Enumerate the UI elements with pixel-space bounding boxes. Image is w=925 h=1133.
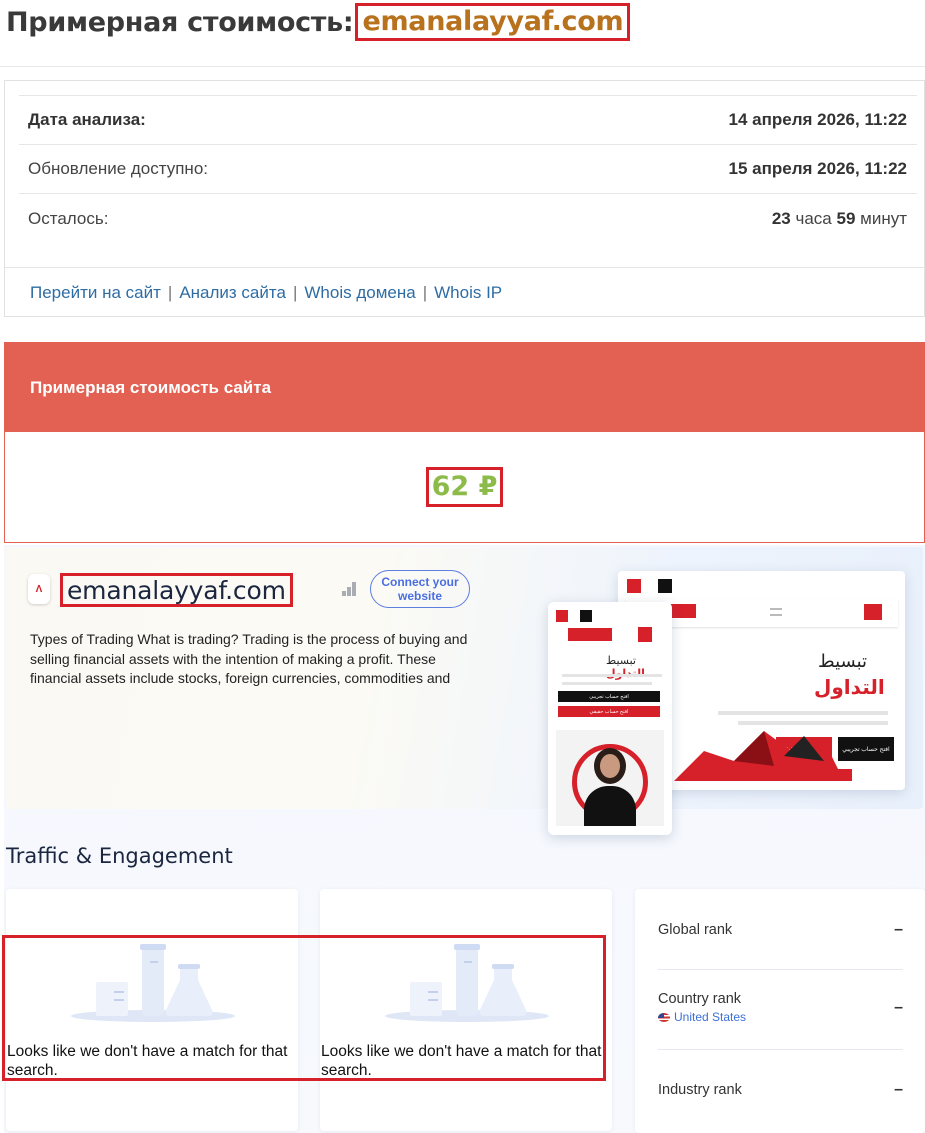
hours-unit: часа: [795, 208, 832, 228]
site-description: Types of Trading What is trading? Tradin…: [30, 631, 468, 686]
page-title-domain: emanalayyaf.com: [355, 3, 631, 41]
preview-bull-graphic: [674, 731, 844, 781]
remaining-minutes: 59: [836, 208, 856, 228]
info-value: 14 апреля 2026, 11:22: [729, 110, 907, 130]
logo-block: [556, 610, 568, 622]
industry-rank-value: –: [894, 1081, 903, 1098]
mobile-real-button: افتح حساب حقيقي: [558, 706, 660, 717]
preview-nav-button: [670, 604, 696, 618]
site-value-body: 62 ₽: [5, 432, 924, 542]
preview-text-line: [562, 674, 662, 677]
mobile-demo-button: افتح حساب تجريبي: [558, 691, 660, 702]
site-value-amount: 62 ₽: [425, 467, 504, 507]
country-rank-text: Country rank United States: [658, 991, 746, 1024]
info-value: 15 апреля 2026, 11:22: [729, 159, 907, 179]
country-rank-row: Country rank United States –: [658, 991, 903, 1024]
logo-block: [627, 579, 641, 593]
info-row-analysis-date: Дата анализа: 14 апреля 2026, 11:22: [19, 96, 917, 145]
empty-state-illustration: [71, 944, 235, 1022]
traffic-section-title: Traffic & Engagement: [6, 844, 233, 868]
analysis-info-table: Дата анализа: 14 апреля 2026, 11:22 Обно…: [19, 95, 917, 243]
rank-divider: [658, 969, 903, 970]
preview-demo-button: افتح حساب تجريبي: [838, 737, 894, 761]
minutes-unit: минут: [860, 208, 907, 228]
logo-block: [580, 610, 592, 622]
hero-domain: emanalayyaf.com: [60, 573, 293, 607]
site-overview-hero: Ʌ emanalayyaf.com Connect your website T…: [6, 547, 923, 835]
logo-block: [658, 579, 672, 593]
signal-bars-icon: [342, 582, 360, 596]
traffic-screenshot: Ʌ emanalayyaf.com Connect your website T…: [4, 545, 925, 1133]
mobile-heading-1: تبسيط: [606, 654, 636, 667]
connect-website-button[interactable]: Connect your website: [370, 570, 470, 608]
preview-text-line: [718, 711, 888, 715]
site-links: Перейти на сайт | Анализ сайта | Whois д…: [5, 267, 924, 317]
traffic-card-2: Looks like we don't have a match for tha…: [320, 889, 612, 1131]
link-separator: |: [167, 282, 173, 302]
global-rank-label: Global rank: [658, 922, 733, 938]
link-whois-ip[interactable]: Whois IP: [434, 283, 502, 303]
link-site-analysis[interactable]: Анализ сайта: [179, 283, 286, 303]
page-title-prefix: Примерная стоимость:: [6, 6, 354, 38]
remaining-time-value: 23 часа 59 минут: [772, 209, 907, 229]
preview-text-line: [562, 682, 652, 685]
empty-state-message: Looks like we don't have a match for tha…: [321, 1043, 602, 1079]
page-title: Примерная стоимость: emanalayyaf.com: [6, 2, 631, 42]
us-flag-icon: [658, 1012, 670, 1022]
global-rank-value: –: [894, 921, 903, 938]
link-whois-domain[interactable]: Whois домена: [304, 283, 415, 303]
preview-heading-2: التداول: [814, 675, 885, 699]
industry-rank-label: Industry rank: [658, 1082, 742, 1098]
info-row-update-available: Обновление доступно: 15 апреля 2026, 11:…: [19, 145, 917, 194]
info-label: Обновление доступно:: [28, 159, 209, 178]
preview-logo: [638, 627, 652, 642]
site-value-heading: Примерная стоимость сайта: [5, 343, 924, 432]
preview-logo: [864, 604, 882, 620]
preview-nav-button: [568, 628, 612, 641]
info-label: Дата анализа:: [28, 110, 146, 129]
empty-state-illustration: [385, 944, 549, 1022]
preview-heading-1: تبسيط: [818, 651, 868, 672]
empty-state-message: Looks like we don't have a match for tha…: [7, 1043, 288, 1079]
traffic-card-1: Looks like we don't have a match for tha…: [6, 889, 298, 1131]
site-value-card: Примерная стоимость сайта 62 ₽: [4, 342, 925, 543]
site-favicon-icon: Ʌ: [28, 574, 50, 604]
country-link[interactable]: United States: [658, 1010, 746, 1024]
analysis-date-value: 14 апреля 2026, 11:22: [728, 110, 907, 129]
link-separator: |: [422, 282, 428, 302]
analysis-info-card: Дата анализа: 14 апреля 2026, 11:22 Обно…: [4, 80, 925, 317]
preview-block: [836, 769, 852, 781]
country-rank-value: –: [894, 998, 903, 1016]
rank-card: Global rank – Country rank United States…: [635, 889, 925, 1133]
remaining-hours: 23: [771, 208, 791, 228]
menu-icon: [770, 608, 782, 616]
link-go-to-site[interactable]: Перейти на сайт: [30, 283, 161, 303]
info-row-remaining: Осталось: 23 часа 59 минут: [19, 194, 917, 243]
rank-divider: [658, 1049, 903, 1050]
industry-rank-row: Industry rank –: [658, 1081, 903, 1099]
global-rank-row: Global rank –: [658, 921, 903, 939]
country-name: United States: [674, 1010, 747, 1024]
preview-person-photo: [556, 730, 664, 826]
update-date-value: 15 апреля 2026, 11:22: [728, 159, 907, 178]
title-divider: [0, 66, 925, 67]
mobile-preview-image: تبسيط التداول افتح حساب تجريبي افتح حساب…: [548, 602, 672, 835]
country-rank-label: Country rank: [658, 991, 742, 1007]
info-label: Осталось:: [28, 208, 109, 228]
link-separator: |: [292, 282, 298, 302]
